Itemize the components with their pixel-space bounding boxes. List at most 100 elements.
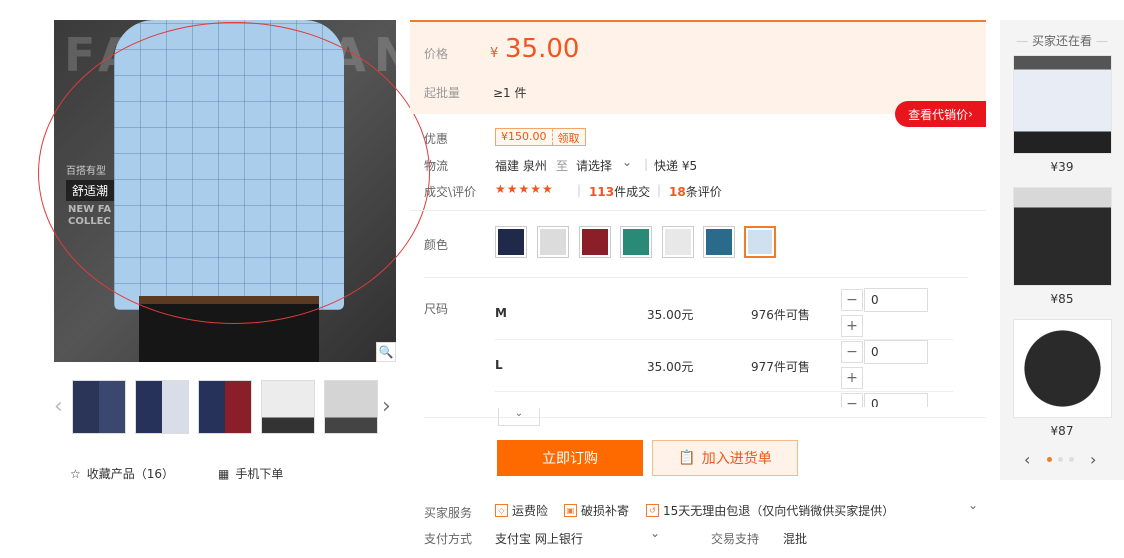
color-swatch[interactable] <box>495 226 527 258</box>
service-item[interactable]: ↺ 15天无理由包退（仅向代销微供买家提供） <box>646 502 894 519</box>
return-icon: ↺ <box>646 504 659 517</box>
minus-button[interactable]: − <box>841 289 863 311</box>
thumbnail[interactable] <box>135 380 189 434</box>
logistics-label: 物流 <box>424 159 449 173</box>
carousel-dot[interactable] <box>1069 457 1074 462</box>
image-tag-en: NEW FA COLLEC <box>68 204 112 227</box>
chevron-right-icon[interactable]: › <box>382 394 391 419</box>
mobile-order-button[interactable]: ▦ 手机下单 <box>218 465 283 482</box>
chevron-right-icon: › <box>968 107 973 121</box>
add-to-cart-button[interactable]: 📋 加入进货单 <box>652 440 798 476</box>
shipping-fee: 快递 ¥5 <box>654 159 698 173</box>
service-item[interactable]: ▣ 破损补寄 <box>564 502 629 519</box>
color-swatch[interactable] <box>703 226 735 258</box>
magnifier-icon[interactable]: 🔍 <box>376 342 396 362</box>
chevron-down-icon[interactable]: ⌄ <box>622 155 632 169</box>
reviews-count-group[interactable]: 18条评价 <box>669 183 722 200</box>
size-stock: 976件可售 <box>751 308 810 322</box>
size-name: L <box>495 358 503 372</box>
deals-suffix: 件成交 <box>614 185 651 199</box>
size-price: 35.00元 <box>647 360 694 374</box>
recommend-price: ¥85 <box>1050 292 1074 306</box>
shield-icon: ◇ <box>495 504 508 517</box>
star-icon: ☆ <box>70 466 81 481</box>
coupon-action[interactable]: 领取 <box>551 129 585 145</box>
color-swatch-selected[interactable] <box>744 226 776 258</box>
divider <box>495 391 953 392</box>
main-product-image[interactable]: FASHOMAN 百搭有型 舒适潮 NEW FA COLLEC 🔍 <box>54 20 396 362</box>
origin: 福建 泉州 <box>495 159 547 173</box>
shirt-graphic <box>114 20 344 310</box>
recommend-item[interactable] <box>1013 187 1112 286</box>
swatch-fill <box>706 229 732 255</box>
buy-now-button[interactable]: 立即订购 <box>497 440 643 476</box>
recommend-sidebar: — 买家还在看 — ¥39 ¥85 ¥87 ‹ › <box>1000 20 1124 480</box>
swatch-fill <box>582 229 608 255</box>
minus-button[interactable]: − <box>841 341 863 363</box>
reviews-suffix: 条评价 <box>685 185 722 199</box>
carousel-dot[interactable] <box>1058 457 1063 462</box>
swatch-fill <box>540 229 566 255</box>
destination-select[interactable]: 请选择 <box>576 157 612 174</box>
minus-button[interactable]: − <box>841 393 863 407</box>
sidebar-title-text: 买家还在看 <box>1031 34 1092 48</box>
divider-pipe: | <box>657 183 662 197</box>
thumbnail[interactable] <box>198 380 252 434</box>
price-label: 价格 <box>424 47 449 61</box>
size-label: 尺码 <box>424 302 449 316</box>
deals-label: 成交\评价 <box>424 185 477 199</box>
view-agent-price-button[interactable]: 查看代销价 › <box>895 101 986 127</box>
box-icon: ▣ <box>564 504 577 517</box>
price-currency: ¥ <box>490 46 499 61</box>
services-label: 买家服务 <box>424 506 473 520</box>
chevron-left-icon[interactable]: ‹ <box>54 394 63 419</box>
clipboard-icon: 📋 <box>678 450 696 466</box>
chevron-down-icon[interactable]: ⌄ <box>650 526 660 540</box>
chevron-right-icon[interactable]: › <box>1090 450 1096 469</box>
color-swatch[interactable] <box>579 226 611 258</box>
service-label: 破损补寄 <box>581 504 630 518</box>
deals-count: 113 <box>589 185 615 199</box>
service-item[interactable]: ◇ 运费险 <box>495 502 548 519</box>
chevron-down-icon[interactable]: ⌄ <box>968 498 978 512</box>
reviews-count: 18 <box>669 185 686 199</box>
favorite-label: 收藏产品（16） <box>86 467 175 481</box>
promo-label: 优惠 <box>424 132 449 146</box>
quantity-input[interactable] <box>864 340 928 364</box>
moq-value: ≥1 件 <box>493 86 527 100</box>
divider <box>410 210 986 211</box>
thumbnail[interactable] <box>72 380 126 434</box>
expand-sizes-button[interactable]: ⌄ <box>498 408 540 426</box>
color-swatch[interactable] <box>537 226 569 258</box>
recommend-item[interactable] <box>1013 55 1112 154</box>
swatch-fill <box>665 229 691 255</box>
quantity-input[interactable]: 0 <box>864 393 928 407</box>
title-rule: — <box>1016 34 1029 48</box>
color-swatch[interactable] <box>662 226 694 258</box>
agent-button-label: 查看代销价 <box>908 107 969 122</box>
favorite-button[interactable]: ☆ 收藏产品（16） <box>70 465 174 482</box>
to-label: 至 <box>556 159 569 173</box>
swatch-fill <box>623 229 649 255</box>
price-value: 35.00 <box>505 34 580 64</box>
deals-count-group[interactable]: 113件成交 <box>589 183 650 200</box>
carousel-dot-active[interactable] <box>1047 457 1052 462</box>
trade-value: 混批 <box>783 532 808 546</box>
image-tag-small: 百搭有型 <box>66 166 106 177</box>
thumbnail[interactable] <box>261 380 315 434</box>
chevron-left-icon[interactable]: ‹ <box>1024 450 1030 469</box>
service-label: 运费险 <box>512 504 549 518</box>
plus-button[interactable]: + <box>841 367 863 389</box>
mobile-label: 手机下单 <box>235 467 284 481</box>
recommend-item[interactable] <box>1013 319 1112 418</box>
thumbnail-strip: ‹ › <box>54 380 398 436</box>
coupon-amount: ¥150.00 <box>501 130 547 143</box>
size-name: M <box>495 306 507 320</box>
size-row-partial: − 0 <box>841 393 931 407</box>
coupon-badge[interactable]: ¥150.00 领取 <box>495 128 586 146</box>
color-swatch[interactable] <box>620 226 652 258</box>
quantity-input[interactable] <box>864 288 928 312</box>
pants-graphic <box>139 304 319 362</box>
plus-button[interactable]: + <box>841 315 863 337</box>
thumbnail[interactable] <box>324 380 378 434</box>
